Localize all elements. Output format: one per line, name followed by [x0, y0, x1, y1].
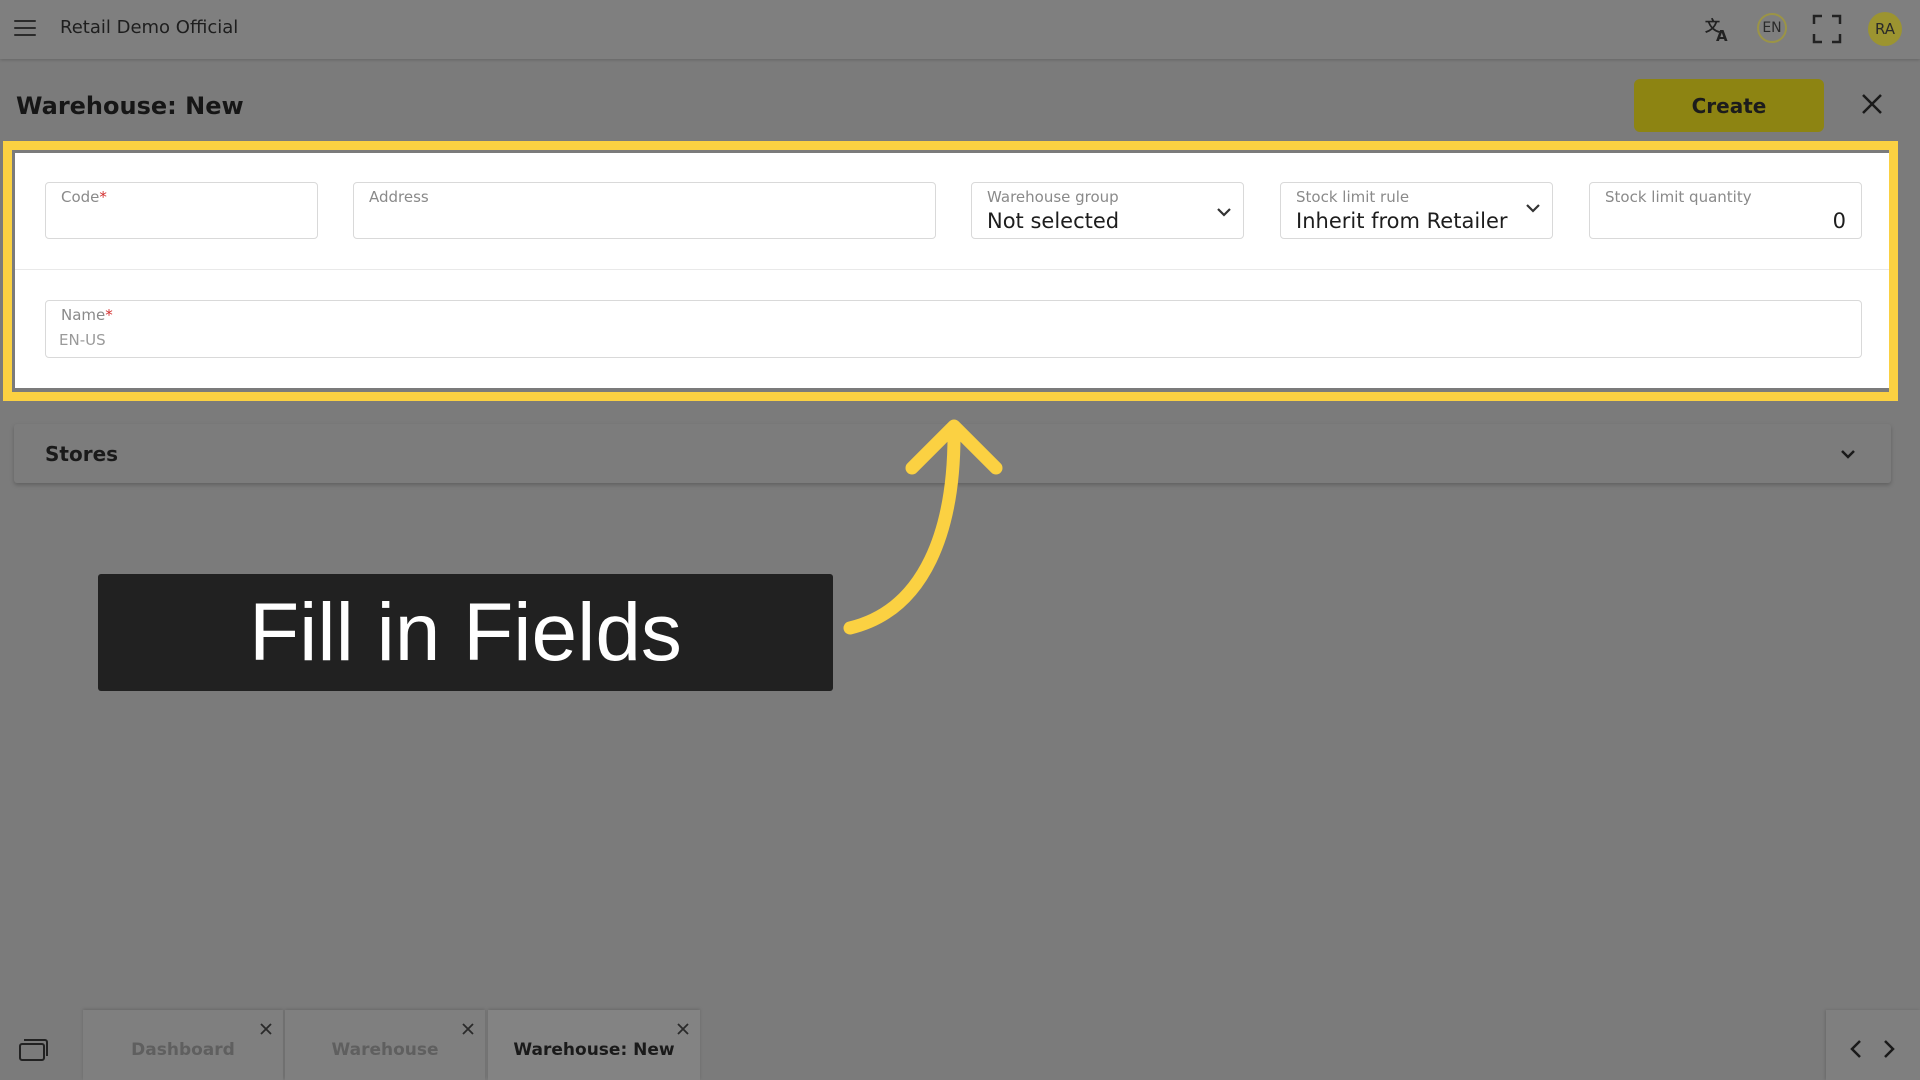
language-badge[interactable]: EN: [1757, 13, 1787, 43]
close-icon[interactable]: [1860, 92, 1884, 116]
user-avatar[interactable]: RA: [1868, 12, 1902, 46]
close-icon[interactable]: [259, 1022, 273, 1036]
tab-dashboard[interactable]: Dashboard: [83, 1010, 283, 1080]
tab-label: Warehouse: New: [513, 1040, 675, 1060]
hamburger-menu-icon[interactable]: [14, 20, 36, 38]
tab-navigation: [1826, 1010, 1920, 1080]
chevron-right-icon[interactable]: [1879, 1038, 1897, 1060]
tab-warehouse[interactable]: Warehouse: [285, 1010, 485, 1080]
stores-title: Stores: [45, 442, 119, 466]
chevron-left-icon[interactable]: [1848, 1038, 1866, 1060]
tab-label: Dashboard: [131, 1040, 235, 1060]
create-button[interactable]: Create: [1634, 79, 1824, 132]
highlight-frame: [3, 141, 1898, 401]
callout-box: Fill in Fields: [98, 574, 833, 691]
chevron-down-icon[interactable]: [1838, 444, 1858, 464]
svg-text:A: A: [1716, 27, 1728, 44]
tab-warehouse-new[interactable]: Warehouse: New: [488, 1010, 700, 1080]
translate-icon[interactable]: 文A: [1703, 14, 1733, 44]
close-icon[interactable]: [676, 1022, 690, 1036]
fullscreen-icon[interactable]: [1812, 14, 1842, 44]
page-title: Warehouse: New: [16, 92, 244, 120]
close-icon[interactable]: [461, 1022, 475, 1036]
top-app-bar: Retail Demo Official 文A EN RA: [0, 0, 1920, 59]
tab-label: Warehouse: [331, 1040, 439, 1060]
callout-text: Fill in Fields: [249, 586, 682, 678]
arrow-up-icon: [843, 419, 1003, 635]
windows-icon[interactable]: [18, 1038, 48, 1062]
app-title: Retail Demo Official: [60, 17, 239, 38]
